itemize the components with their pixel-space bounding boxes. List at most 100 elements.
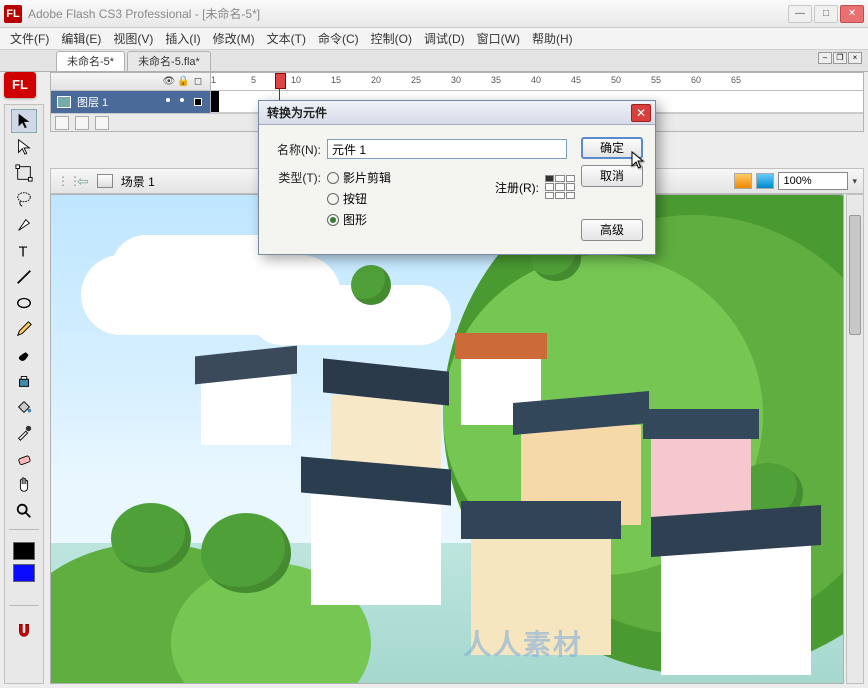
radio-movieclip[interactable]: 影片剪辑 (327, 169, 391, 186)
menu-debug[interactable]: 调试(D) (418, 28, 471, 49)
menu-insert[interactable]: 插入(I) (159, 28, 206, 49)
app-logo: FL (4, 5, 22, 23)
radio-button[interactable]: 按钮 (327, 190, 391, 207)
tab-untitled-5[interactable]: 未命名-5* (56, 51, 125, 71)
window-title: Adobe Flash CS3 Professional - [未命名-5*] (28, 5, 788, 22)
layer-icon (57, 96, 71, 108)
edit-bar-handle[interactable]: ⋮⋮ (57, 174, 69, 188)
keyframe-1[interactable] (211, 91, 219, 112)
back-arrow-icon[interactable]: ⇦ (77, 173, 89, 190)
hand-tool[interactable] (11, 473, 37, 497)
text-tool[interactable]: T (11, 239, 37, 263)
ruler-mark: 35 (491, 75, 501, 85)
menu-help[interactable]: 帮助(H) (526, 28, 579, 49)
no-color-icon[interactable] (18, 587, 30, 599)
stroke-color-well[interactable] (13, 542, 35, 560)
close-button[interactable]: ✕ (840, 5, 864, 23)
eyedropper-tool[interactable] (11, 421, 37, 445)
zoom-dropdown-icon[interactable]: ▾ (852, 176, 857, 187)
line-tool[interactable] (11, 265, 37, 289)
black-white-icon[interactable] (4, 587, 16, 599)
subselection-tool[interactable] (11, 135, 37, 159)
new-layer-icon[interactable] (55, 116, 69, 130)
fill-color-well[interactable] (13, 564, 35, 582)
toolbox: T (4, 104, 44, 684)
dialog-close-icon[interactable]: ✕ (631, 104, 651, 122)
lock-icon[interactable]: 🔒 (177, 76, 189, 87)
lasso-tool[interactable] (11, 187, 37, 211)
timeline-ruler[interactable]: 15101520253035404550556065 (211, 73, 863, 90)
menu-file[interactable]: 文件(F) (4, 28, 55, 49)
eraser-tool[interactable] (11, 447, 37, 471)
dialog-titlebar[interactable]: 转换为元件 ✕ (259, 101, 655, 125)
type-label: 类型(T): (271, 169, 327, 186)
zoom-input[interactable] (778, 172, 848, 190)
delete-layer-icon[interactable] (95, 116, 109, 130)
tab-untitled-5-fla[interactable]: 未命名-5.fla* (127, 51, 211, 71)
ruler-mark: 60 (691, 75, 701, 85)
ruler-mark: 15 (331, 75, 341, 85)
menu-modify[interactable]: 修改(M) (207, 28, 261, 49)
minimize-button[interactable]: — (788, 5, 812, 23)
edit-scene-icon[interactable] (734, 173, 752, 189)
titlebar: FL Adobe Flash CS3 Professional - [未命名-5… (0, 0, 868, 28)
ruler-mark: 30 (451, 75, 461, 85)
app-icon-strip: FL (4, 72, 44, 100)
ruler-mark: 65 (731, 75, 741, 85)
outline-icon[interactable]: ◻ (192, 76, 204, 87)
pen-tool[interactable] (11, 213, 37, 237)
ruler-mark: 55 (651, 75, 661, 85)
panel-window-controls: – ❐ × (818, 52, 862, 64)
scene-icon (97, 174, 113, 188)
paint-bucket-tool[interactable] (11, 395, 37, 419)
snap-tool[interactable] (11, 617, 37, 641)
document-tabs: 未命名-5* 未命名-5.fla* – ❐ × (0, 50, 868, 72)
menu-window[interactable]: 窗口(W) (471, 28, 526, 49)
ruler-mark: 40 (531, 75, 541, 85)
maximize-button[interactable]: □ (814, 5, 838, 23)
eye-icon[interactable]: 👁 (162, 76, 174, 87)
stage-canvas[interactable]: 人人素材 (50, 194, 844, 684)
artwork: 人人素材 (51, 195, 843, 683)
menu-control[interactable]: 控制(O) (365, 28, 418, 49)
pencil-tool[interactable] (11, 317, 37, 341)
panel-close-icon[interactable]: × (848, 52, 862, 64)
menu-commands[interactable]: 命令(C) (312, 28, 365, 49)
watermark-text: 人人素材 (463, 623, 583, 663)
registration-grid[interactable] (545, 175, 575, 199)
ruler-mark: 45 (571, 75, 581, 85)
menu-view[interactable]: 视图(V) (107, 28, 159, 49)
name-label: 名称(N): (271, 141, 327, 158)
flash-badge: FL (4, 72, 36, 98)
panel-min-icon[interactable]: – (818, 52, 832, 64)
timeline-layer-1[interactable]: 图层 1 (51, 91, 211, 113)
advanced-button[interactable]: 高级 (581, 219, 643, 241)
menu-edit[interactable]: 编辑(E) (55, 28, 107, 49)
edit-symbol-icon[interactable] (756, 173, 774, 189)
ruler-mark: 20 (371, 75, 381, 85)
menu-text[interactable]: 文本(T) (261, 28, 312, 49)
convert-to-symbol-dialog: 转换为元件 ✕ 名称(N): 类型(T): 影片剪辑 按钮 图形 注册(R): … (258, 100, 656, 255)
vertical-scrollbar[interactable] (846, 194, 864, 684)
radio-graphic[interactable]: 图形 (327, 211, 391, 228)
rectangle-tool[interactable] (11, 291, 37, 315)
swap-colors-icon[interactable] (32, 587, 44, 599)
brush-tool[interactable] (11, 343, 37, 367)
ruler-mark: 5 (251, 75, 256, 85)
zoom-tool[interactable] (11, 499, 37, 523)
selection-tool[interactable] (11, 109, 37, 133)
free-transform-tool[interactable] (11, 161, 37, 185)
svg-text:T: T (19, 244, 28, 260)
menubar: 文件(F) 编辑(E) 视图(V) 插入(I) 修改(M) 文本(T) 命令(C… (0, 28, 868, 50)
registration-group: 注册(R): (495, 175, 575, 199)
cancel-button[interactable]: 取消 (581, 165, 643, 187)
panel-restore-icon[interactable]: ❐ (833, 52, 847, 64)
symbol-name-input[interactable] (327, 139, 567, 159)
layer-name: 图层 1 (77, 94, 108, 110)
new-folder-icon[interactable] (75, 116, 89, 130)
ink-bottle-tool[interactable] (11, 369, 37, 393)
scene-label: 场景 1 (121, 173, 155, 190)
ok-button[interactable]: 确定 (581, 137, 643, 159)
scrollbar-thumb[interactable] (849, 215, 861, 335)
timeline-header-icons: 👁 🔒 ◻ (162, 76, 204, 87)
